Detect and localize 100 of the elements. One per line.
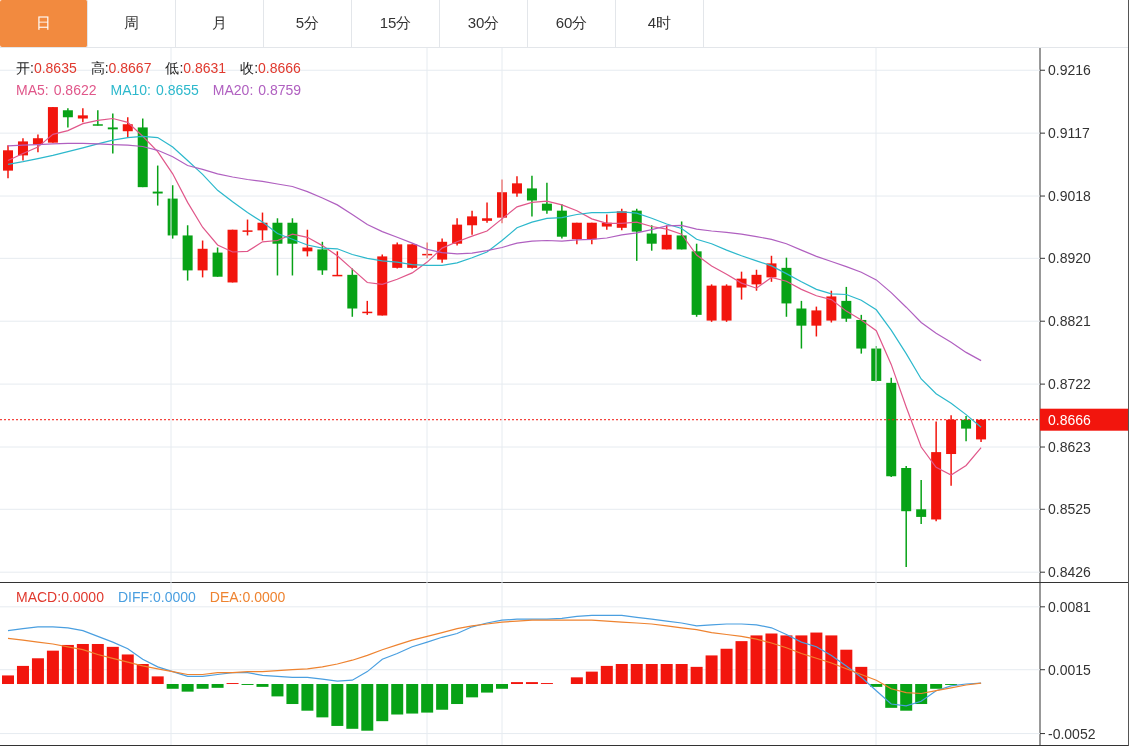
axis-label: 0.8920 bbox=[1048, 250, 1091, 267]
axis-label: 0.9216 bbox=[1048, 62, 1091, 79]
histogram-bar bbox=[436, 684, 449, 710]
histogram-bar bbox=[286, 684, 299, 704]
candlestick bbox=[197, 239, 208, 279]
axis-label: 0.8426 bbox=[1048, 564, 1091, 581]
candlestick bbox=[452, 217, 463, 247]
histogram-bar bbox=[451, 684, 464, 704]
histogram-bar bbox=[256, 684, 269, 687]
candlestick bbox=[811, 305, 822, 338]
histogram-bar bbox=[870, 684, 883, 687]
histogram-bar bbox=[166, 684, 179, 689]
histogram-bar bbox=[930, 684, 943, 689]
histogram-bar bbox=[735, 641, 748, 684]
legend-separator: : bbox=[147, 82, 151, 98]
histogram-bar bbox=[121, 654, 134, 684]
candlestick bbox=[137, 117, 148, 188]
legend-value: 0.8622 bbox=[53, 82, 97, 98]
axis-label: 0.8722 bbox=[1048, 376, 1091, 393]
histogram-bar bbox=[346, 684, 359, 729]
histogram-bar bbox=[705, 655, 718, 684]
histogram-bar bbox=[750, 635, 763, 684]
legend-value: 0.8666 bbox=[258, 60, 301, 78]
candlestick bbox=[676, 220, 687, 251]
histogram-bar bbox=[331, 684, 344, 726]
histogram-bar bbox=[61, 644, 74, 684]
histogram-bar bbox=[391, 684, 404, 715]
histogram-bar bbox=[481, 684, 494, 693]
legend-label: 收: bbox=[240, 60, 259, 78]
histogram-bar bbox=[31, 658, 44, 684]
axis-label: 0.8821 bbox=[1048, 313, 1091, 330]
histogram-bar bbox=[376, 684, 389, 722]
histogram-bar bbox=[361, 684, 374, 731]
histogram-bar bbox=[211, 684, 224, 688]
histogram-bar bbox=[720, 648, 733, 684]
legend-separator: : bbox=[249, 82, 254, 98]
ref-line-label: 0.8666 bbox=[1048, 411, 1092, 428]
histogram-bar bbox=[196, 684, 209, 689]
legend-label: 开: bbox=[16, 60, 34, 78]
histogram-bar bbox=[690, 666, 703, 684]
candlestick bbox=[62, 107, 73, 129]
candlestick bbox=[227, 228, 238, 284]
histogram-bar bbox=[840, 649, 853, 684]
legend-separator: : bbox=[57, 589, 62, 605]
axis-label: 0.0015 bbox=[1048, 661, 1091, 678]
histogram-bar bbox=[675, 664, 688, 684]
candlestick bbox=[706, 283, 717, 323]
legend-value: 0.0000 bbox=[61, 589, 104, 605]
candlestick bbox=[347, 267, 358, 318]
legend-label: MACD bbox=[16, 589, 58, 605]
candlestick bbox=[586, 222, 597, 246]
histogram-bar bbox=[136, 664, 149, 684]
legend-value: 0.0000 bbox=[152, 589, 196, 605]
candlestick bbox=[92, 109, 103, 127]
candlestick bbox=[781, 256, 792, 318]
candlestick bbox=[526, 174, 537, 218]
candlestick bbox=[302, 228, 313, 258]
candlestick bbox=[3, 144, 13, 179]
histogram-bar bbox=[91, 644, 104, 684]
legend-label: 高: bbox=[90, 60, 109, 78]
price-tag: 0.8666 bbox=[1040, 408, 1128, 431]
candlestick bbox=[32, 133, 43, 153]
candlestick bbox=[646, 224, 657, 252]
histogram-bar bbox=[106, 646, 119, 684]
histogram-bar bbox=[900, 684, 913, 711]
candlestick bbox=[571, 222, 582, 246]
legend-label: MA5 bbox=[16, 82, 45, 98]
histogram-bar bbox=[2, 675, 14, 684]
candlestick bbox=[661, 224, 672, 251]
histogram-bar bbox=[421, 684, 434, 713]
candlestick bbox=[601, 213, 612, 231]
histogram-bar bbox=[600, 665, 613, 684]
candlestick bbox=[407, 243, 418, 270]
axis-label: -0.0052 bbox=[1048, 725, 1096, 742]
histogram-bar bbox=[496, 684, 508, 689]
legend-label: DIFF bbox=[117, 589, 150, 605]
candlestick bbox=[916, 479, 927, 525]
legend-label: DEA bbox=[209, 589, 239, 605]
axis-label: 0.8525 bbox=[1048, 501, 1091, 518]
candlestick bbox=[242, 218, 253, 237]
histogram-bar bbox=[466, 684, 479, 698]
histogram-bar bbox=[810, 632, 823, 684]
candlestick bbox=[47, 106, 58, 144]
legend-separator: : bbox=[44, 82, 49, 98]
histogram-bar bbox=[795, 635, 808, 684]
histogram-bar bbox=[181, 684, 194, 692]
candlestick bbox=[841, 286, 852, 323]
axis-label: 0.0081 bbox=[1048, 598, 1091, 615]
candlestick bbox=[257, 211, 268, 242]
candlestick bbox=[212, 246, 223, 278]
histogram-bar bbox=[825, 635, 838, 684]
candlestick bbox=[512, 175, 522, 198]
candlestick bbox=[616, 208, 627, 232]
candlestick bbox=[736, 270, 747, 301]
candlestick bbox=[392, 241, 403, 270]
legend-value: 0.8631 bbox=[183, 60, 227, 78]
candlestick bbox=[467, 209, 478, 236]
candlestick bbox=[961, 415, 972, 443]
candlestick bbox=[976, 418, 987, 443]
histogram-bar bbox=[46, 650, 59, 684]
